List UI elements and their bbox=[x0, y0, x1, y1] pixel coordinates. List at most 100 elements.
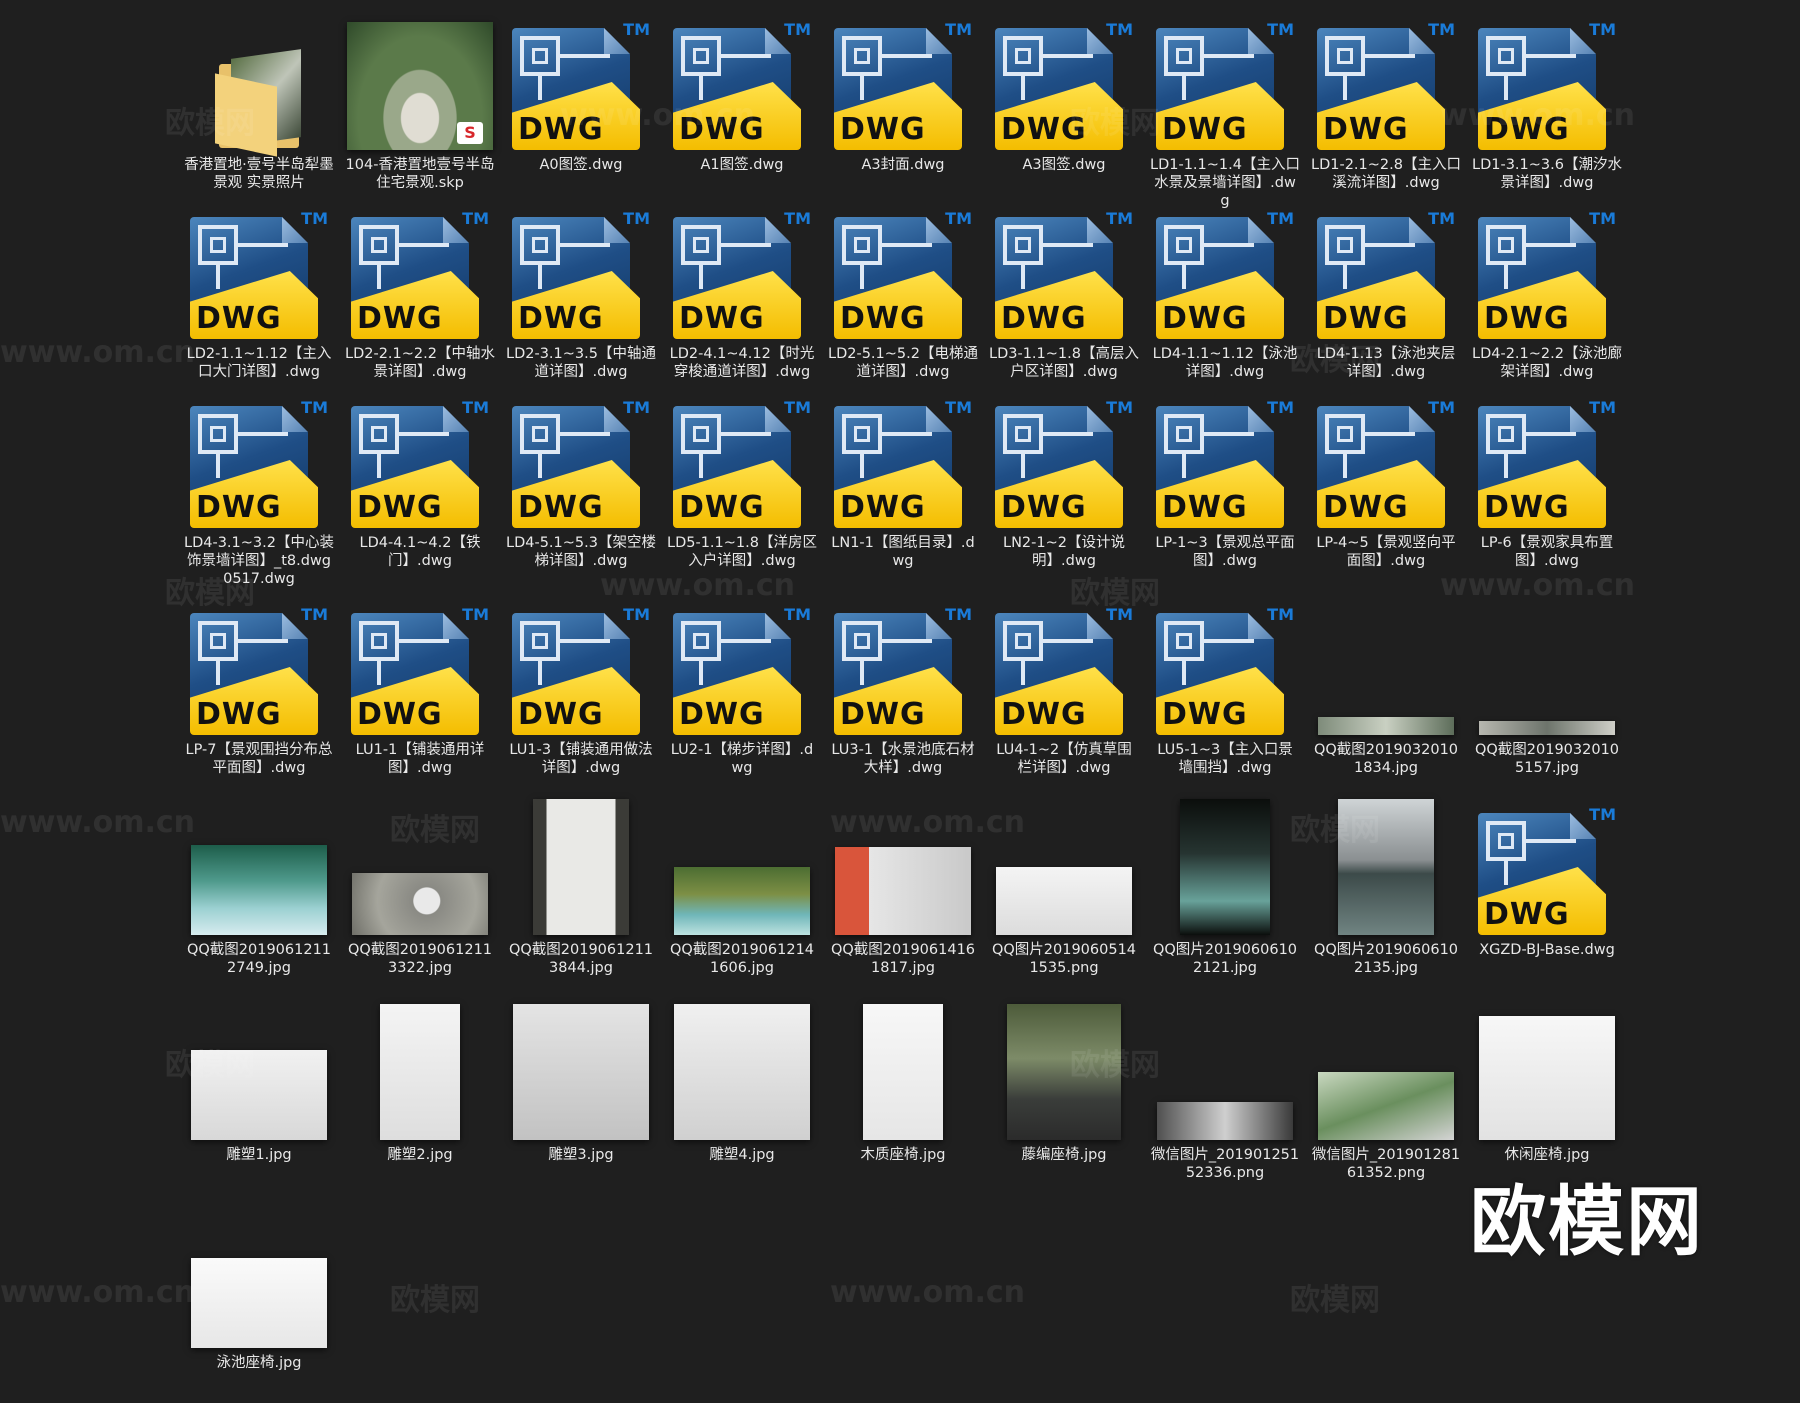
file-item[interactable]: S 104-香港置地壹号半岛住宅景观.skp bbox=[345, 20, 495, 205]
file-item[interactable]: 雕塑1.jpg bbox=[184, 1010, 334, 1195]
file-item[interactable]: DWG TM LD2-4.1~4.12【时光穿梭通道详图】.dwg bbox=[667, 209, 817, 394]
file-item[interactable]: DWG TM XGZD-BJ-Base.dwg bbox=[1472, 805, 1622, 990]
file-item[interactable]: QQ截图20190612113322.jpg bbox=[345, 805, 495, 990]
file-item[interactable]: 雕塑2.jpg bbox=[345, 1004, 495, 1195]
file-thumbnail bbox=[989, 1004, 1139, 1140]
file-item[interactable]: QQ截图20190612112749.jpg bbox=[184, 805, 334, 990]
file-item[interactable]: DWG TM LU2-1【梯步详图】.dwg bbox=[667, 605, 817, 790]
file-item[interactable]: DWG TM LP-7【景观围挡分布总平面图】.dwg bbox=[184, 605, 334, 790]
file-item[interactable]: DWG TM LU1-3【铺装通用做法详图】.dwg bbox=[506, 605, 656, 790]
file-item[interactable]: QQ图片20190606102121.jpg bbox=[1150, 799, 1300, 990]
file-item[interactable]: DWG TM LD4-3.1~3.2【中心装饰景墙详图】_t8.dwg0517.dw… bbox=[184, 398, 334, 587]
file-thumbnail bbox=[184, 20, 334, 157]
file-name-label: A1图签.dwg bbox=[700, 157, 784, 173]
file-item[interactable]: DWG TM LD1-2.1~2.8【主入口溪流详图】.dwg bbox=[1311, 20, 1461, 205]
image-thumbnail bbox=[1479, 1016, 1615, 1140]
file-thumbnail bbox=[345, 805, 495, 935]
file-name-label: LD4-1.1~1.12【泳池详图】.dwg bbox=[1152, 346, 1298, 380]
file-item[interactable]: 雕塑3.jpg bbox=[506, 1004, 656, 1195]
image-thumbnail bbox=[674, 867, 810, 935]
dwg-file-icon: DWG TM bbox=[673, 20, 811, 150]
dwg-file-icon: DWG TM bbox=[351, 398, 489, 528]
file-item[interactable]: DWG TM LD4-1.13【泳池夹层详图】.dwg bbox=[1311, 209, 1461, 394]
file-item[interactable]: DWG TM LU5-1~3【主入口景墙围挡】.dwg bbox=[1150, 605, 1300, 790]
file-item[interactable]: 泳池座椅.jpg bbox=[184, 1218, 334, 1403]
sketchup-icon: S bbox=[457, 122, 483, 144]
image-thumbnail bbox=[1007, 1004, 1121, 1140]
file-thumbnail: DWG TM bbox=[184, 209, 334, 339]
file-name-label: QQ截图20190612113322.jpg bbox=[347, 942, 493, 976]
file-item[interactable]: DWG TM A3图签.dwg bbox=[989, 20, 1139, 205]
file-name-label: LP-1~3【景观总平面图】.dwg bbox=[1155, 535, 1295, 569]
file-item[interactable]: DWG TM LP-6【景观家具布置图】.dwg bbox=[1472, 398, 1622, 583]
file-item[interactable]: DWG TM LD2-3.1~3.5【中轴通道详图】.dwg bbox=[506, 209, 656, 394]
file-thumbnail: DWG TM bbox=[184, 398, 334, 528]
file-name-label: LD5-1.1~1.8【洋房区入户详图】.dwg bbox=[667, 535, 817, 569]
file-thumbnail bbox=[506, 799, 656, 935]
file-thumbnail: DWG TM bbox=[506, 20, 656, 150]
file-item[interactable]: DWG TM LD2-1.1~1.12【主入口大门详图】.dwg bbox=[184, 209, 334, 394]
file-thumbnail: DWG TM bbox=[345, 605, 495, 735]
file-item[interactable]: DWG TM A1图签.dwg bbox=[667, 20, 817, 205]
file-item[interactable]: 木质座椅.jpg bbox=[828, 1004, 978, 1195]
file-thumbnail: DWG TM bbox=[506, 398, 656, 528]
file-name-label: LU3-1【水景池底石材大样】.dwg bbox=[831, 742, 975, 776]
file-item[interactable]: DWG TM LN2-1~2【设计说明】.dwg bbox=[989, 398, 1139, 583]
file-item[interactable]: QQ图片20190605141535.png bbox=[989, 805, 1139, 990]
dwg-file-icon: DWG TM bbox=[1478, 398, 1616, 528]
file-name-label: QQ截图20190320105157.jpg bbox=[1474, 742, 1620, 776]
file-item[interactable]: DWG TM LU1-1【铺装通用详图】.dwg bbox=[345, 605, 495, 790]
file-name-label: LD4-3.1~3.2【中心装饰景墙详图】_t8.dwg0517.dwg bbox=[184, 535, 334, 587]
image-thumbnail bbox=[863, 1004, 943, 1140]
file-name-label: QQ截图20190612113844.jpg bbox=[508, 942, 654, 976]
file-item[interactable]: DWG TM LD1-1.1~1.4【主入口水景及景墙详图】.dwg bbox=[1150, 20, 1300, 209]
file-item[interactable]: DWG TM LD4-1.1~1.12【泳池详图】.dwg bbox=[1150, 209, 1300, 394]
file-item[interactable]: QQ截图20190320101834.jpg bbox=[1311, 605, 1461, 790]
file-item[interactable]: DWG TM LN1-1【图纸目录】.dwg bbox=[828, 398, 978, 583]
file-item[interactable]: DWG TM LU4-1~2【仿真草围栏详图】.dwg bbox=[989, 605, 1139, 790]
file-item[interactable]: DWG TM LP-1~3【景观总平面图】.dwg bbox=[1150, 398, 1300, 583]
file-item[interactable]: 藤编座椅.jpg bbox=[989, 1004, 1139, 1195]
file-thumbnail: DWG TM bbox=[1311, 209, 1461, 339]
file-name-label: 104-香港置地壹号半岛住宅景观.skp bbox=[345, 157, 495, 191]
file-item[interactable]: DWG TM LD4-2.1~2.2【泳池廊架详图】.dwg bbox=[1472, 209, 1622, 394]
file-item[interactable]: DWG TM LU3-1【水景池底石材大样】.dwg bbox=[828, 605, 978, 790]
file-name-label: 雕塑1.jpg bbox=[226, 1147, 292, 1163]
file-item[interactable]: 雕塑4.jpg bbox=[667, 1004, 817, 1195]
file-item[interactable]: DWG TM LD3-1.1~1.8【高层入户区详图】.dwg bbox=[989, 209, 1139, 394]
dwg-file-icon: DWG TM bbox=[995, 20, 1133, 150]
file-item[interactable]: DWG TM LD5-1.1~1.8【洋房区入户详图】.dwg bbox=[667, 398, 817, 583]
file-name-label: A3封面.dwg bbox=[861, 157, 945, 173]
image-thumbnail bbox=[1318, 1072, 1454, 1140]
file-item[interactable]: DWG TM LD2-5.1~5.2【电梯通道详图】.dwg bbox=[828, 209, 978, 394]
file-item[interactable]: QQ截图20190614161817.jpg bbox=[828, 805, 978, 990]
file-item[interactable]: 微信图片_20190125152336.png bbox=[1150, 1010, 1300, 1195]
file-item[interactable]: DWG TM A3封面.dwg bbox=[828, 20, 978, 205]
file-item[interactable]: DWG TM A0图签.dwg bbox=[506, 20, 656, 205]
file-item[interactable]: DWG TM LP-4~5【景观竖向平面图】.dwg bbox=[1311, 398, 1461, 583]
file-item[interactable]: QQ图片20190606102135.jpg bbox=[1311, 799, 1461, 990]
file-thumbnail bbox=[1150, 1010, 1300, 1140]
dwg-file-icon: DWG TM bbox=[834, 605, 972, 735]
file-item[interactable]: 微信图片_20190128161352.png bbox=[1311, 1010, 1461, 1195]
image-thumbnail bbox=[513, 1004, 649, 1140]
file-item[interactable]: DWG TM LD1-3.1~3.6【潮汐水景详图】.dwg bbox=[1472, 20, 1622, 205]
file-thumbnail bbox=[184, 1218, 334, 1348]
file-item[interactable]: QQ截图20190612113844.jpg bbox=[506, 799, 656, 990]
file-item[interactable]: QQ截图20190320105157.jpg bbox=[1472, 605, 1622, 790]
file-thumbnail: DWG TM bbox=[989, 398, 1139, 528]
dwg-file-icon: DWG TM bbox=[673, 209, 811, 339]
file-item[interactable]: DWG TM LD2-2.1~2.2【中轴水景详图】.dwg bbox=[345, 209, 495, 394]
file-thumbnail: DWG TM bbox=[667, 605, 817, 735]
file-item[interactable]: 香港置地·壹号半岛犁墨景观 实景照片 bbox=[184, 20, 334, 205]
file-thumbnail: DWG TM bbox=[1472, 209, 1622, 339]
folder-icon bbox=[209, 49, 309, 157]
file-name-label: LD4-1.13【泳池夹层详图】.dwg bbox=[1316, 346, 1456, 380]
file-item[interactable]: QQ截图20190612141606.jpg bbox=[667, 805, 817, 990]
file-item[interactable]: DWG TM LD4-5.1~5.3【架空楼梯详图】.dwg bbox=[506, 398, 656, 583]
file-thumbnail: DWG TM bbox=[989, 605, 1139, 735]
file-thumbnail bbox=[184, 805, 334, 935]
file-thumbnail bbox=[1472, 605, 1622, 735]
file-thumbnail: DWG TM bbox=[989, 20, 1139, 150]
file-item[interactable]: DWG TM LD4-4.1~4.2【铁门】.dwg bbox=[345, 398, 495, 583]
